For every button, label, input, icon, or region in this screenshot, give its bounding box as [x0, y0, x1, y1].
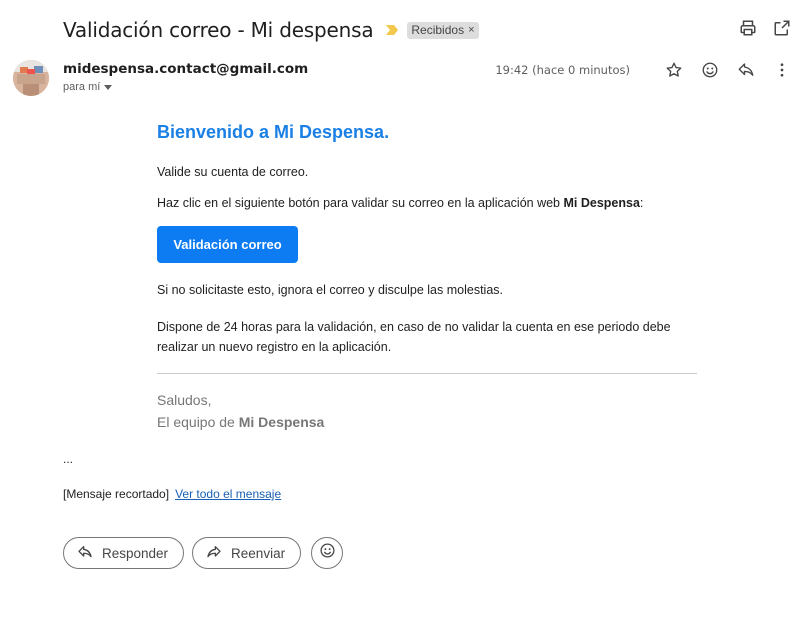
validate-account-text: Valide su cuenta de correo. [157, 165, 309, 179]
label-chip-text: Recibidos [411, 22, 465, 37]
remove-label-icon[interactable]: × [468, 24, 474, 36]
trimmed-content-ellipsis[interactable]: ... [63, 452, 73, 466]
emoji-icon[interactable] [700, 60, 720, 80]
thread-actions [738, 18, 792, 38]
instruction-text: Haz clic en el siguiente botón para vali… [157, 193, 643, 213]
chevron-down-icon [104, 81, 113, 93]
recipient-details-toggle[interactable]: para mí [63, 81, 113, 93]
team-signature: El equipo de Mi Despensa [157, 414, 324, 430]
more-vert-icon[interactable] [772, 60, 792, 80]
importance-marker-icon[interactable] [385, 23, 399, 37]
reply-icon [77, 544, 93, 563]
email-subject: Validación correo - Mi despensa [63, 18, 374, 42]
open-in-new-window-icon[interactable] [772, 18, 792, 38]
view-full-message-link[interactable]: Ver todo el mensaje [175, 487, 281, 501]
subject-row: Validación correo - Mi despensa Recibido… [63, 16, 479, 44]
email-body: Bienvenido a Mi Despensa. Valide su cuen… [157, 120, 702, 430]
deadline-text: Dispone de 24 horas para la validación, … [157, 320, 671, 354]
emoji-reaction-button[interactable] [311, 537, 344, 569]
label-chip-inbox: Recibidos × [407, 21, 479, 39]
reply-icon[interactable] [736, 60, 756, 80]
divider [157, 373, 697, 374]
instruction-prefix: Haz clic en el siguiente botón para vali… [157, 196, 564, 210]
recipient-text: para mí [63, 81, 101, 93]
team-prefix: El equipo de [157, 414, 239, 430]
emoji-icon [319, 542, 336, 564]
forward-icon [206, 544, 222, 563]
sender-avatar[interactable] [13, 60, 49, 96]
reply-actions: Responder Reenviar [63, 537, 344, 569]
instruction-suffix: : [639, 196, 644, 210]
reply-button[interactable]: Responder [63, 537, 185, 569]
print-icon[interactable] [738, 18, 758, 38]
forward-button[interactable]: Reenviar [192, 537, 302, 569]
reply-button-label: Responder [102, 545, 169, 561]
star-icon[interactable] [664, 60, 684, 80]
clipped-message-notice: [Mensaje recortado] Ver todo el mensaje [63, 487, 281, 501]
instruction-app-name: Mi Despensa [563, 196, 640, 210]
forward-button-label: Reenviar [231, 545, 286, 561]
signoff-text: Saludos, [157, 392, 212, 408]
message-meta: 19:42 (hace 0 minutos) [495, 60, 792, 80]
message-timestamp: 19:42 (hace 0 minutos) [495, 63, 630, 77]
welcome-heading: Bienvenido a Mi Despensa. [157, 122, 390, 142]
validate-email-button[interactable]: Validación correo [157, 226, 298, 263]
ignore-text: Si no solicitaste esto, ignora el correo… [157, 283, 503, 297]
team-name: Mi Despensa [238, 414, 325, 430]
sender-email[interactable]: midespensa.contact@gmail.com [63, 61, 308, 77]
clipped-message-text: [Mensaje recortado] [63, 487, 170, 501]
